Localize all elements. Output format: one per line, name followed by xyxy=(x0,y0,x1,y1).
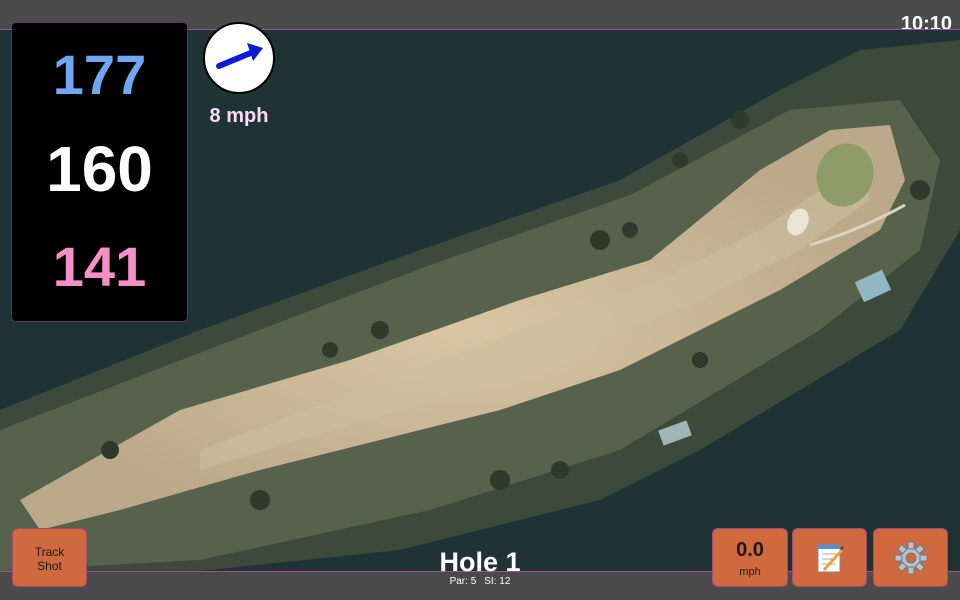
speed-value: 0.0 xyxy=(736,539,764,561)
front-distance: 141 xyxy=(52,235,147,298)
center-distance: 160 xyxy=(46,133,153,205)
gear-icon xyxy=(894,541,928,575)
hole-par: Par: 5 xyxy=(449,576,477,587)
back-distance: 177 xyxy=(52,43,147,106)
wind-indicator xyxy=(203,22,275,94)
hole-stroke-index: SI: 12 xyxy=(484,576,511,587)
notes-button[interactable] xyxy=(792,528,867,587)
wind-speed: 8 mph xyxy=(209,105,269,127)
distance-panel: 177 160 141 xyxy=(11,22,188,322)
settings-button[interactable] xyxy=(873,528,948,587)
speed-button[interactable]: 0.0 mph xyxy=(712,528,788,587)
notepad-icon xyxy=(817,544,844,573)
speed-unit: mph xyxy=(739,566,761,578)
wind-arrow-icon xyxy=(216,43,263,69)
